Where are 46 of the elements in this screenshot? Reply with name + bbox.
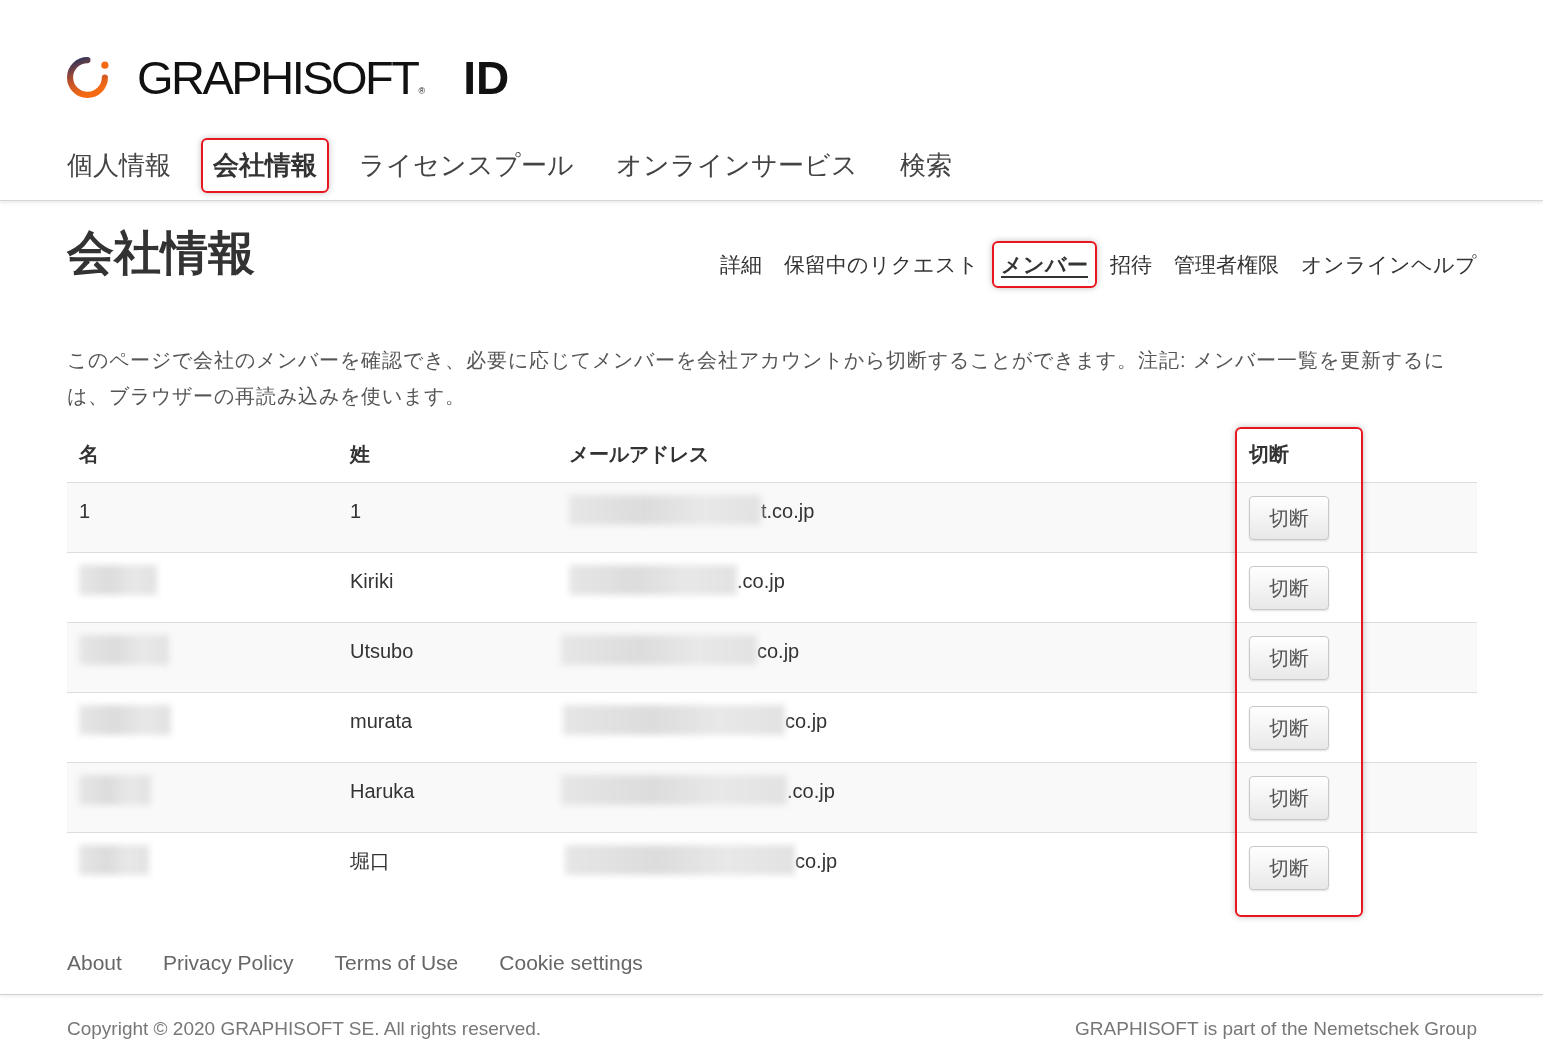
last-name-cell: Utsubo xyxy=(350,639,414,663)
email-cell: t.co.jp xyxy=(761,499,815,523)
nav-tab[interactable]: オンラインサービス xyxy=(604,138,870,193)
disconnect-button[interactable]: 切断 xyxy=(1249,566,1329,610)
subnav-link[interactable]: 保留中のリクエスト xyxy=(775,241,988,288)
disconnect-button[interactable]: 切断 xyxy=(1249,706,1329,750)
column-header: 名 xyxy=(78,442,100,467)
disconnect-button[interactable]: 切断 xyxy=(1249,846,1329,890)
last-name-cell: 堀口 xyxy=(350,849,390,873)
subnav-link[interactable]: オンラインヘルプ xyxy=(1292,241,1486,288)
disconnect-button[interactable]: 切断 xyxy=(1249,776,1329,820)
nav-tab[interactable]: 会社情報 xyxy=(201,138,329,193)
subnav-link[interactable]: 管理者権限 xyxy=(1165,241,1288,288)
column-header: メールアドレス xyxy=(568,442,710,467)
nav-tab[interactable]: 検索 xyxy=(888,138,964,193)
page-title: 会社情報 xyxy=(67,225,255,280)
first-name-cell: 1 xyxy=(79,499,91,523)
subnav-link[interactable]: 詳細 xyxy=(711,241,771,288)
logo-suffix: ID xyxy=(463,55,510,101)
column-header: 姓 xyxy=(348,442,371,467)
subnav-link[interactable]: メンバー xyxy=(992,241,1097,288)
subnav-link[interactable]: 招待 xyxy=(1101,241,1161,288)
copyright-text: Copyright © 2020 GRAPHISOFT SE. All rights reserved. xyxy=(67,1019,542,1039)
footer-link[interactable]: Terms of Use xyxy=(334,948,459,978)
last-name-cell: Kiriki xyxy=(350,569,394,593)
registered-mark: ® xyxy=(418,86,426,96)
disconnect-button[interactable]: 切断 xyxy=(1249,496,1329,540)
footer-link[interactable]: Privacy Policy xyxy=(162,948,294,978)
email-cell: co.jp xyxy=(795,849,838,873)
last-name-cell: 1 xyxy=(350,499,362,523)
email-cell: co.jp xyxy=(757,639,800,663)
description-text: このページで会社のメンバーを確認でき、必要に応じてメンバーを会社アカウントから切断することができます。注記: メンバー一覧を更新するには、ブラウザーの再読み込みを使います。 xyxy=(67,348,1447,409)
nav-tab[interactable]: ライセンスプール xyxy=(347,138,586,193)
last-name-cell: murata xyxy=(350,709,413,733)
group-note-text: GRAPHISOFT is part of the Nemetschek Group xyxy=(1075,1019,1477,1039)
nav-tab[interactable]: 個人情報 xyxy=(55,138,183,193)
email-cell: .co.jp xyxy=(737,569,785,593)
last-name-cell: Haruka xyxy=(350,779,415,803)
footer-link[interactable]: Cookie settings xyxy=(499,948,643,978)
logo-wordmark: GRAPHISOFT xyxy=(137,55,418,101)
logo-ring-icon xyxy=(67,56,110,100)
column-header: 切断 xyxy=(1247,442,1290,467)
email-cell: co.jp xyxy=(785,709,828,733)
footer-link[interactable]: About xyxy=(67,948,122,978)
disconnect-button[interactable]: 切断 xyxy=(1249,636,1329,680)
email-cell: .co.jp xyxy=(787,779,835,803)
